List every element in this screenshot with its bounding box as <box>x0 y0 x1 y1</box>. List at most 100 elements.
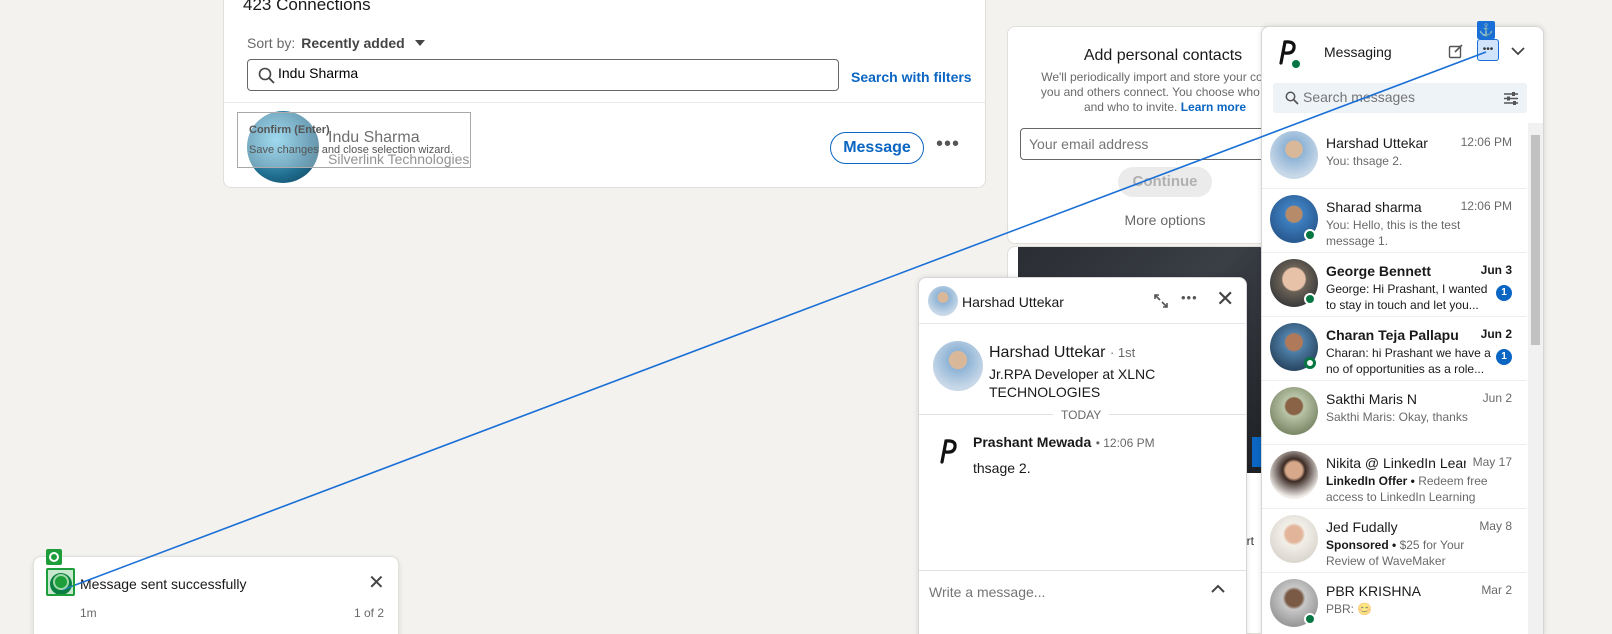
conversation-snippet: LinkedIn Offer • Redeem free access to L… <box>1326 473 1494 505</box>
snippet-label: LinkedIn Offer • <box>1326 474 1415 488</box>
conversation-time: 12:06 PM <box>1460 135 1512 149</box>
tooltip-title: Confirm (Enter) <box>249 124 330 136</box>
conversation-time: 12:06 PM <box>1460 199 1512 213</box>
conversation-name: Sakthi Maris N <box>1326 391 1418 407</box>
messaging-more-icon[interactable]: ••• <box>1477 39 1499 61</box>
sender-name[interactable]: Prashant Mewada <box>973 434 1091 450</box>
compose-divider <box>919 570 1246 571</box>
conversation-name: PBR KRISHNA <box>1326 583 1421 599</box>
conversation-item[interactable]: Charan Teja Pallapu Jun 2 Charan: hi Pra… <box>1262 315 1526 381</box>
conversation-time: Jun 2 <box>1480 327 1512 341</box>
conversation-name: Sharad sharma <box>1326 199 1422 215</box>
chat-window: Harshad Uttekar ••• ✕ Harshad Uttekar · … <box>918 277 1247 634</box>
message-time: • 12:06 PM <box>1095 436 1155 450</box>
compose-icon[interactable] <box>1448 43 1464 59</box>
result-name[interactable]: Indu Sharma <box>328 129 420 147</box>
conversation-time: Mar 2 <box>1481 583 1512 597</box>
conversation-name: Harshad Uttekar <box>1326 135 1428 151</box>
search-with-filters-link[interactable]: Search with filters <box>851 69 972 85</box>
snippet-label: Sponsored • <box>1326 538 1397 552</box>
sort-value: Recently added <box>301 35 405 51</box>
messaging-search-input[interactable] <box>1303 89 1483 105</box>
connections-search-input[interactable] <box>278 65 818 81</box>
presence-dot <box>1304 613 1316 625</box>
conversation-item[interactable]: Sakthi Maris N Jun 2 Sakthi Maris: Okay,… <box>1262 379 1526 445</box>
unread-badge: 1 <box>1496 349 1512 365</box>
messaging-search[interactable] <box>1273 83 1527 113</box>
anchor-icon: ⚓ <box>1477 21 1495 39</box>
conversation-name: Charan Teja Pallapu <box>1326 327 1459 343</box>
conversation-time: May 8 <box>1479 519 1512 533</box>
sender-logo-icon <box>940 439 957 464</box>
sort-label: Sort by: <box>247 35 296 51</box>
toast-close-icon[interactable]: ✕ <box>368 570 385 595</box>
conversation-snippet: You: thsage 2. <box>1326 154 1403 168</box>
conversation-item[interactable]: Nikita @ LinkedIn Lear... May 17 LinkedI… <box>1262 443 1526 509</box>
toast-text: Message sent successfully <box>80 576 247 592</box>
profile-name-row: Harshad Uttekar · 1st <box>989 344 1135 362</box>
conversation-name: Nikita @ LinkedIn Lear... <box>1326 455 1466 471</box>
learn-more-link[interactable]: Learn more <box>1181 100 1246 114</box>
conversation-snippet: George: Hi Prashant, I wanted to stay in… <box>1326 282 1488 312</box>
conversation-item[interactable]: PBR KRISHNA Mar 2 PBR: 😊 <box>1262 571 1526 634</box>
search-icon <box>258 67 275 84</box>
messaging-title[interactable]: Messaging <box>1324 44 1392 60</box>
conversation-avatar <box>1270 515 1318 563</box>
contacts-description-text: and who to invite. <box>1083 100 1178 114</box>
presence-dot <box>1304 357 1316 369</box>
unread-badge: 1 <box>1496 285 1512 301</box>
more-actions-icon[interactable]: ••• <box>936 133 960 156</box>
message-button[interactable]: Message <box>830 132 924 164</box>
scrollbar-track[interactable] <box>1528 123 1543 634</box>
conversation-time: May 17 <box>1472 455 1512 469</box>
conversation-avatar <box>1270 131 1318 179</box>
result-subtitle: Silverlink Technologies <box>328 151 470 167</box>
conversation-snippet: Sakthi Maris: Okay, thanks <box>1326 410 1468 424</box>
chat-header-name[interactable]: Harshad Uttekar <box>962 294 1064 310</box>
compose-input[interactable] <box>929 578 1189 606</box>
scrollbar-thumb[interactable] <box>1531 135 1540 345</box>
profile-avatar[interactable] <box>933 341 983 391</box>
conversation-avatar <box>1270 387 1318 435</box>
close-icon[interactable]: ✕ <box>1216 288 1234 310</box>
divider <box>224 102 985 103</box>
toast-notification: Message sent successfully ✕ 1m 1 of 2 <box>33 556 399 634</box>
conversation-name: George Bennett <box>1326 263 1432 279</box>
conversation-item[interactable]: Harshad Uttekar 12:06 PM You: thsage 2. <box>1262 123 1526 189</box>
expand-icon[interactable] <box>1153 293 1169 309</box>
chat-header[interactable]: Harshad Uttekar ••• ✕ <box>919 278 1246 324</box>
date-divider: TODAY <box>1053 408 1110 422</box>
chat-header-avatar <box>928 286 958 316</box>
conversation-item[interactable]: Jed Fudally May 8 Sponsored • $25 for Yo… <box>1262 507 1526 573</box>
messaging-panel: Messaging ••• Harshad Uttekar 12:06 PM Y… <box>1261 26 1544 634</box>
presence-dot <box>1304 293 1316 305</box>
connections-count: 423 Connections <box>243 0 371 14</box>
profile-headline: Jr.RPA Developer at XLNC TECHNOLOGIES <box>989 366 1156 400</box>
chat-more-icon[interactable]: ••• <box>1181 290 1198 305</box>
connections-search-box[interactable] <box>247 59 839 91</box>
target-marker-icon <box>46 549 62 565</box>
toast-age: 1m <box>80 606 97 620</box>
conversation-snippet: Charan: hi Prashant we have a no of oppo… <box>1326 346 1491 376</box>
profile-name[interactable]: Harshad Uttekar <box>989 344 1106 361</box>
conversation-avatar <box>1270 451 1318 499</box>
conversation-name: Jed Fudally <box>1326 519 1398 535</box>
sort-control[interactable]: Sort by: Recently added <box>247 35 425 51</box>
conversation-list: Harshad Uttekar 12:06 PM You: thsage 2. … <box>1262 123 1528 634</box>
collapse-chevron-icon[interactable] <box>1511 46 1525 56</box>
conversation-item[interactable]: Sharad sharma 12:06 PM You: Hello, this … <box>1262 187 1526 253</box>
conversation-item[interactable]: George Bennett Jun 3 George: Hi Prashant… <box>1262 251 1526 317</box>
search-icon <box>1285 91 1299 105</box>
message-meta: Prashant Mewada • 12:06 PM <box>973 434 1155 452</box>
continue-button[interactable]: Continue <box>1118 167 1212 197</box>
chevron-up-icon[interactable] <box>1210 583 1226 595</box>
caret-down-icon <box>414 40 425 46</box>
conversation-snippet: Sponsored • $25 for Your Review of WaveM… <box>1326 537 1494 569</box>
message-body: thsage 2. <box>973 460 1031 476</box>
conversation-snippet: You: Hello, this is the test message 1. <box>1326 218 1461 248</box>
conversation-snippet: PBR: 😊 <box>1326 602 1373 616</box>
conversation-time: Jun 3 <box>1480 263 1512 277</box>
presence-dot <box>1290 58 1302 70</box>
target-box-marker <box>46 568 75 596</box>
filter-icon[interactable] <box>1504 92 1518 105</box>
